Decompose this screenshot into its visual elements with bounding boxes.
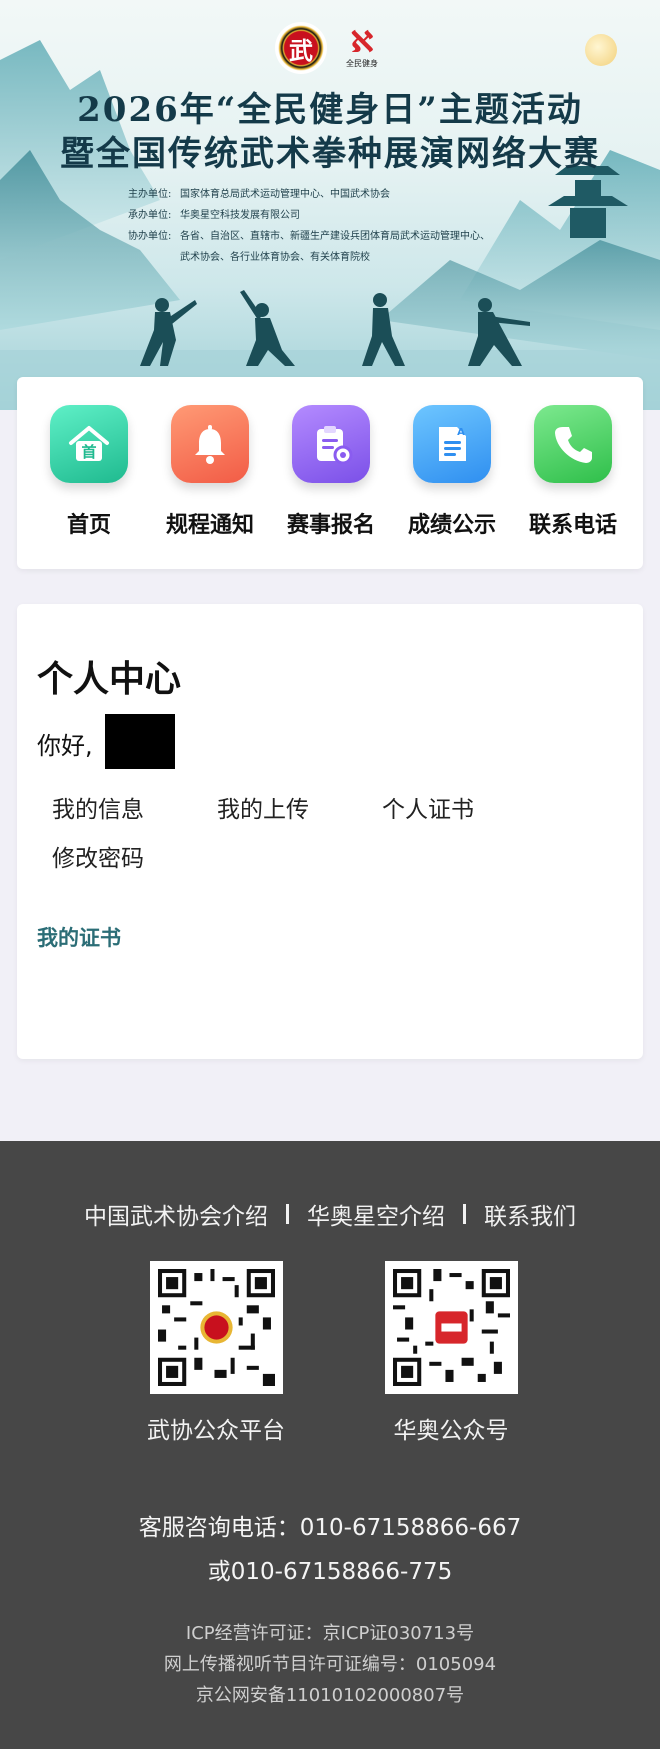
qr-code-icon: [393, 1269, 510, 1386]
nav-item-results[interactable]: A 成绩公示: [392, 405, 512, 539]
nav-item-registration[interactable]: 赛事报名: [271, 405, 391, 539]
organizer-list: 主办单位: 国家体育总局武术运动管理中心、中国武术协会 承办单位: 华奥星空科技发展…: [128, 184, 528, 268]
nav-item-regulations[interactable]: 规程通知: [150, 405, 270, 539]
main-nav: 首 首页 规程通知 赛事报名 A 成绩公示 联系电话: [17, 377, 643, 569]
wushu-association-intro-link[interactable]: 中国武术协会介绍: [84, 1197, 268, 1231]
home-icon: 首: [50, 405, 128, 483]
nav-item-contact[interactable]: 联系电话: [513, 405, 633, 539]
contact-us-link[interactable]: 联系我们: [484, 1197, 576, 1231]
service-phone-alt: 或010-67158866-775: [207, 1559, 453, 1585]
nav-item-home[interactable]: 首 首页: [29, 405, 149, 539]
icp-license: ICP经营许可证：京ICP证030713号: [185, 1623, 475, 1644]
my-certificates-tab[interactable]: 我的证书: [37, 922, 121, 952]
qr-label: 华奥公众号: [393, 1418, 509, 1444]
nav-label: 成绩公示: [407, 513, 496, 538]
phone-icon: [534, 405, 612, 483]
qr-label: 武协公众平台: [147, 1418, 285, 1444]
huaao-qr-code: [385, 1261, 518, 1394]
personal-center-card: 个人中心 你好, 我的信息 我的上传 个人证书 修改密码 我的证书: [17, 604, 643, 1059]
svg-text:A: A: [457, 427, 465, 438]
sports-for-all-logo: ℵ 全民健身: [346, 24, 378, 68]
divider: [286, 1204, 289, 1224]
organizer-logos: 武 ℵ 全民健身: [275, 22, 383, 74]
site-footer: 中国武术协会介绍 华奥星空介绍 联系我们 武协公众平台 华奥公众号 客服咨询电话…: [0, 1141, 660, 1749]
greeting-text: 你好,: [37, 732, 93, 760]
av-license: 网上传播视听节目许可证编号：0105094: [163, 1654, 497, 1675]
organizer-row: 承办单位: 华奥星空科技发展有限公司: [128, 210, 300, 221]
event-banner: 武 ℵ 全民健身 2026年“全民健身日”主题活动 暨全国传统武术拳种展演网络大…: [0, 0, 660, 410]
wushu-association-logo: 武: [275, 22, 327, 74]
nav-label: 首页: [66, 513, 111, 538]
banner-title-line1: 2026年“全民健身日”主题活动: [77, 90, 583, 130]
nav-label: 规程通知: [165, 513, 254, 538]
page-title: 个人中心: [37, 659, 182, 700]
qr-code-icon: [158, 1269, 275, 1386]
svg-text:首: 首: [81, 443, 96, 461]
footer-links: 中国武术协会介绍 华奥星空介绍 联系我们: [0, 1197, 660, 1231]
banner-title-line2: 暨全国传统武术拳种展演网络大赛: [60, 134, 600, 174]
moon-decoration: [585, 34, 617, 66]
bell-icon: [171, 405, 249, 483]
my-uploads-link[interactable]: 我的上传: [217, 790, 309, 824]
personal-certificate-link[interactable]: 个人证书: [382, 790, 474, 824]
nav-label: 联系电话: [528, 513, 617, 538]
police-record: 京公网安备11010102000807号: [195, 1685, 465, 1706]
redacted-username: [105, 714, 175, 769]
change-password-link[interactable]: 修改密码: [52, 839, 144, 873]
nav-label: 赛事报名: [286, 513, 375, 538]
wushu-qr-code: [150, 1261, 283, 1394]
clipboard-icon: [292, 405, 370, 483]
divider: [463, 1204, 466, 1224]
organizer-row: 主办单位: 国家体育总局武术运动管理中心、中国武术协会: [128, 189, 390, 200]
huaao-intro-link[interactable]: 华奥星空介绍: [307, 1197, 445, 1231]
document-icon: A: [413, 405, 491, 483]
organizer-row: 协办单位: 各省、自治区、直辖市、新疆生产建设兵团体育局武术运动管理中心、: [128, 231, 490, 242]
service-phone: 客服咨询电话：010-67158866-667: [138, 1515, 522, 1541]
my-info-link[interactable]: 我的信息: [52, 790, 144, 824]
organizer-row: 武术协会、各行业体育协会、有关体育院校: [180, 252, 370, 263]
